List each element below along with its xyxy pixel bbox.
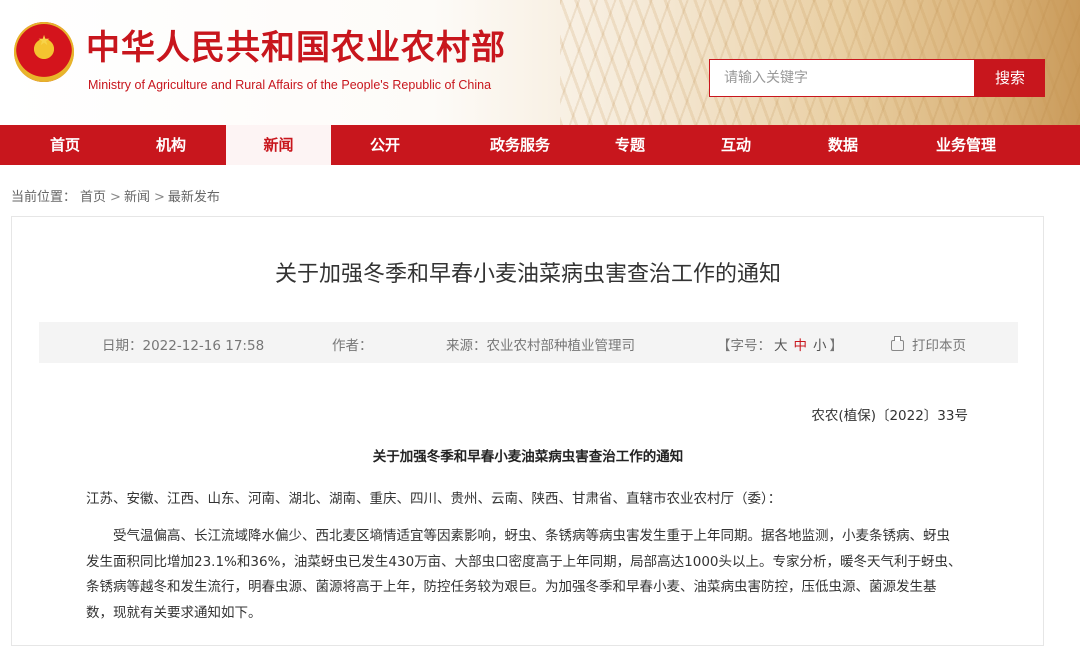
printer-icon [891,336,904,351]
breadcrumb-prefix: 当前位置： [11,190,77,205]
document-recipients: 江苏、安徽、江西、山东、河南、湖北、湖南、重庆、四川、贵州、云南、陕西、甘肃省、… [86,491,782,507]
site-title[interactable]: 中华人民共和国农业农村部 [86,28,506,68]
font-size-small[interactable]: 小 [813,338,827,354]
source-value: 农业农村部种植业管理司 [486,338,636,354]
date-value: 2022-12-16 17:58 [142,338,265,354]
body-line: 发生面积同比增加23.1%和36%，油菜蚜虫已发生430万亩、大部虫口密度高于上… [86,553,962,570]
article-body: 受气温偏高、长江流域降水偏少、西北麦区墒情适宜等因素影响，蚜虫、条锈病等病虫害发… [86,524,986,626]
national-emblem-logo[interactable]: ★ [14,22,74,82]
document-number: 农农(植保)〔2022〕33号 [811,408,968,424]
nav-item-interaction[interactable]: 互动 [686,125,786,165]
main-nav: 首页 机构 新闻 公开 政务服务 专题 互动 数据 业务管理 [0,125,1080,165]
author-label: 作者： [332,338,373,354]
date-label: 日期： [102,338,143,354]
font-size-switcher: 【字号：大中小】 [717,334,843,354]
breadcrumb-item-latest[interactable]: 最新发布 [168,190,220,205]
search-button[interactable]: 搜索 [975,59,1045,97]
nav-item-business-management[interactable]: 业务管理 [906,125,1026,165]
nav-item-government-services[interactable]: 政务服务 [460,125,580,165]
nav-item-news[interactable]: 新闻 [226,125,331,165]
nav-item-data[interactable]: 数据 [793,125,893,165]
article-date: 日期：2022-12-16 17:58 [102,334,264,354]
search-input[interactable]: 请输入关键字 [709,59,975,97]
nav-item-organization[interactable]: 机构 [121,125,221,165]
font-size-large[interactable]: 大 [774,338,788,354]
star-icon: ★ [37,33,51,49]
breadcrumb-separator: > [110,190,121,205]
document-heading: 关于加强冬季和早春小麦油菜病虫害查治工作的通知 [372,449,684,465]
body-line: 条锈病等越冬和发生流行，明春虫源、菌源将高于上年，防控任务较为艰巨。为加强冬季和… [86,579,937,595]
font-size-label: 【字号： [717,338,771,354]
nav-item-public[interactable]: 公开 [335,125,435,165]
print-page-button[interactable]: 打印本页 [891,334,966,354]
nav-item-topics[interactable]: 专题 [580,125,680,165]
site-subtitle: Ministry of Agriculture and Rural Affair… [88,78,492,92]
nav-item-home[interactable]: 首页 [15,125,115,165]
body-line: 受气温偏高、长江流域降水偏少、西北麦区墒情适宜等因素影响，蚜虫、条锈病等病虫害发… [113,528,950,544]
breadcrumb-separator: > [153,190,165,205]
print-label: 打印本页 [912,338,966,354]
font-size-close: 】 [829,338,844,354]
font-size-medium[interactable]: 中 [794,338,808,354]
breadcrumb-item-home[interactable]: 首页 [80,190,106,205]
source-label: 来源： [446,338,487,354]
breadcrumb-item-news[interactable]: 新闻 [124,190,150,205]
article-author: 作者： [332,334,373,354]
breadcrumb: 当前位置： 首页 > 新闻 > 最新发布 [11,186,224,205]
article-source: 来源：农业农村部种植业管理司 [446,334,635,354]
article-title: 关于加强冬季和早春小麦油菜病虫害查治工作的通知 [274,262,781,287]
body-line: 数，现就有关要求通知如下。 [86,604,262,621]
